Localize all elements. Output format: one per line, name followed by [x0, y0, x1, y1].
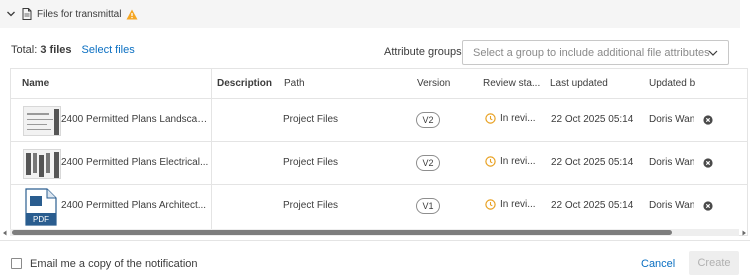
column-description[interactable]: Description [217, 78, 272, 89]
email-copy-label[interactable]: Email me a copy of the notification [30, 258, 198, 270]
attribute-groups-placeholder: Select a group to include additional fil… [473, 46, 710, 59]
version-badge[interactable]: V2 [416, 155, 440, 171]
table-row[interactable]: PDF 2400 Permitted Plans Architect... Pr… [11, 185, 747, 228]
create-button[interactable]: Create [689, 251, 739, 275]
review-status: In revi... [485, 156, 540, 167]
file-name[interactable]: 2400 Permitted Plans Electrical... [61, 157, 209, 168]
version-badge[interactable]: V1 [416, 198, 440, 214]
column-name[interactable]: Name [22, 78, 49, 89]
updated-by: Doris Wan [649, 157, 694, 168]
clock-icon [485, 156, 496, 167]
file-path: Project Files [283, 114, 339, 125]
last-updated: 22 Oct 2025 05:14 [551, 157, 634, 168]
files-table: Name Description Path Version Review sta… [10, 68, 748, 236]
review-status: In revi... [485, 113, 540, 124]
attribute-groups-select[interactable]: Select a group to include additional fil… [462, 40, 729, 65]
table-row[interactable]: 2400 Permitted Plans Electrical... Proje… [11, 142, 747, 185]
last-updated: 22 Oct 2025 05:14 [551, 200, 634, 211]
review-status-text: In revi... [500, 199, 536, 210]
scroll-right-icon[interactable] [740, 229, 748, 236]
clock-icon [485, 113, 496, 124]
last-updated: 22 Oct 2025 05:14 [551, 114, 634, 125]
review-status-text: In revi... [500, 113, 536, 124]
column-review-status[interactable]: Review sta... [483, 78, 545, 89]
column-last-updated[interactable]: Last updated [550, 78, 608, 89]
pdf-file-icon: PDF [25, 188, 57, 226]
chevron-down-icon[interactable] [5, 8, 17, 20]
email-copy-checkbox[interactable] [11, 258, 22, 269]
file-name[interactable]: 2400 Permitted Plans Architect... [61, 200, 209, 211]
review-status-text: In revi... [500, 156, 536, 167]
total-count: 3 files [40, 44, 72, 56]
cancel-button[interactable]: Cancel [641, 258, 675, 270]
version-badge[interactable]: V2 [416, 112, 440, 128]
column-updated-by[interactable]: Updated b [649, 78, 699, 89]
scroll-left-icon[interactable] [1, 229, 9, 236]
warning-icon [126, 9, 138, 20]
clock-icon [485, 199, 496, 210]
remove-icon[interactable] [703, 201, 713, 211]
files-section-header[interactable]: Files for transmittal [0, 0, 740, 28]
section-title: Files for transmittal [37, 8, 122, 20]
updated-by: Doris Wan [649, 114, 694, 125]
chevron-down-icon [708, 48, 718, 61]
file-name[interactable]: 2400 Permitted Plans Landscap... [61, 114, 209, 125]
remove-icon[interactable] [703, 115, 713, 125]
remove-icon[interactable] [703, 158, 713, 168]
file-path: Project Files [283, 200, 339, 211]
review-status: In revi... [485, 199, 540, 210]
column-path[interactable]: Path [284, 78, 305, 89]
file-path: Project Files [283, 157, 339, 168]
file-summary: Total: 3 files Select files [11, 44, 135, 56]
column-version[interactable]: Version [417, 78, 450, 89]
file-thumbnail [23, 149, 61, 179]
select-files-link[interactable]: Select files [82, 44, 135, 56]
attribute-groups-label: Attribute groups [384, 46, 462, 58]
table-header: Name Description Path Version Review sta… [11, 69, 747, 99]
total-label: Total: [11, 44, 38, 56]
table-row[interactable]: 2400 Permitted Plans Landscap... Project… [11, 99, 747, 142]
footer-divider [0, 240, 750, 241]
horizontal-scroll-thumb[interactable] [12, 230, 672, 235]
pdf-label: PDF [33, 215, 49, 224]
document-icon [22, 8, 32, 20]
file-thumbnail [23, 106, 61, 136]
total-files: Total: 3 files [11, 44, 72, 56]
updated-by: Doris Wan [649, 200, 694, 211]
